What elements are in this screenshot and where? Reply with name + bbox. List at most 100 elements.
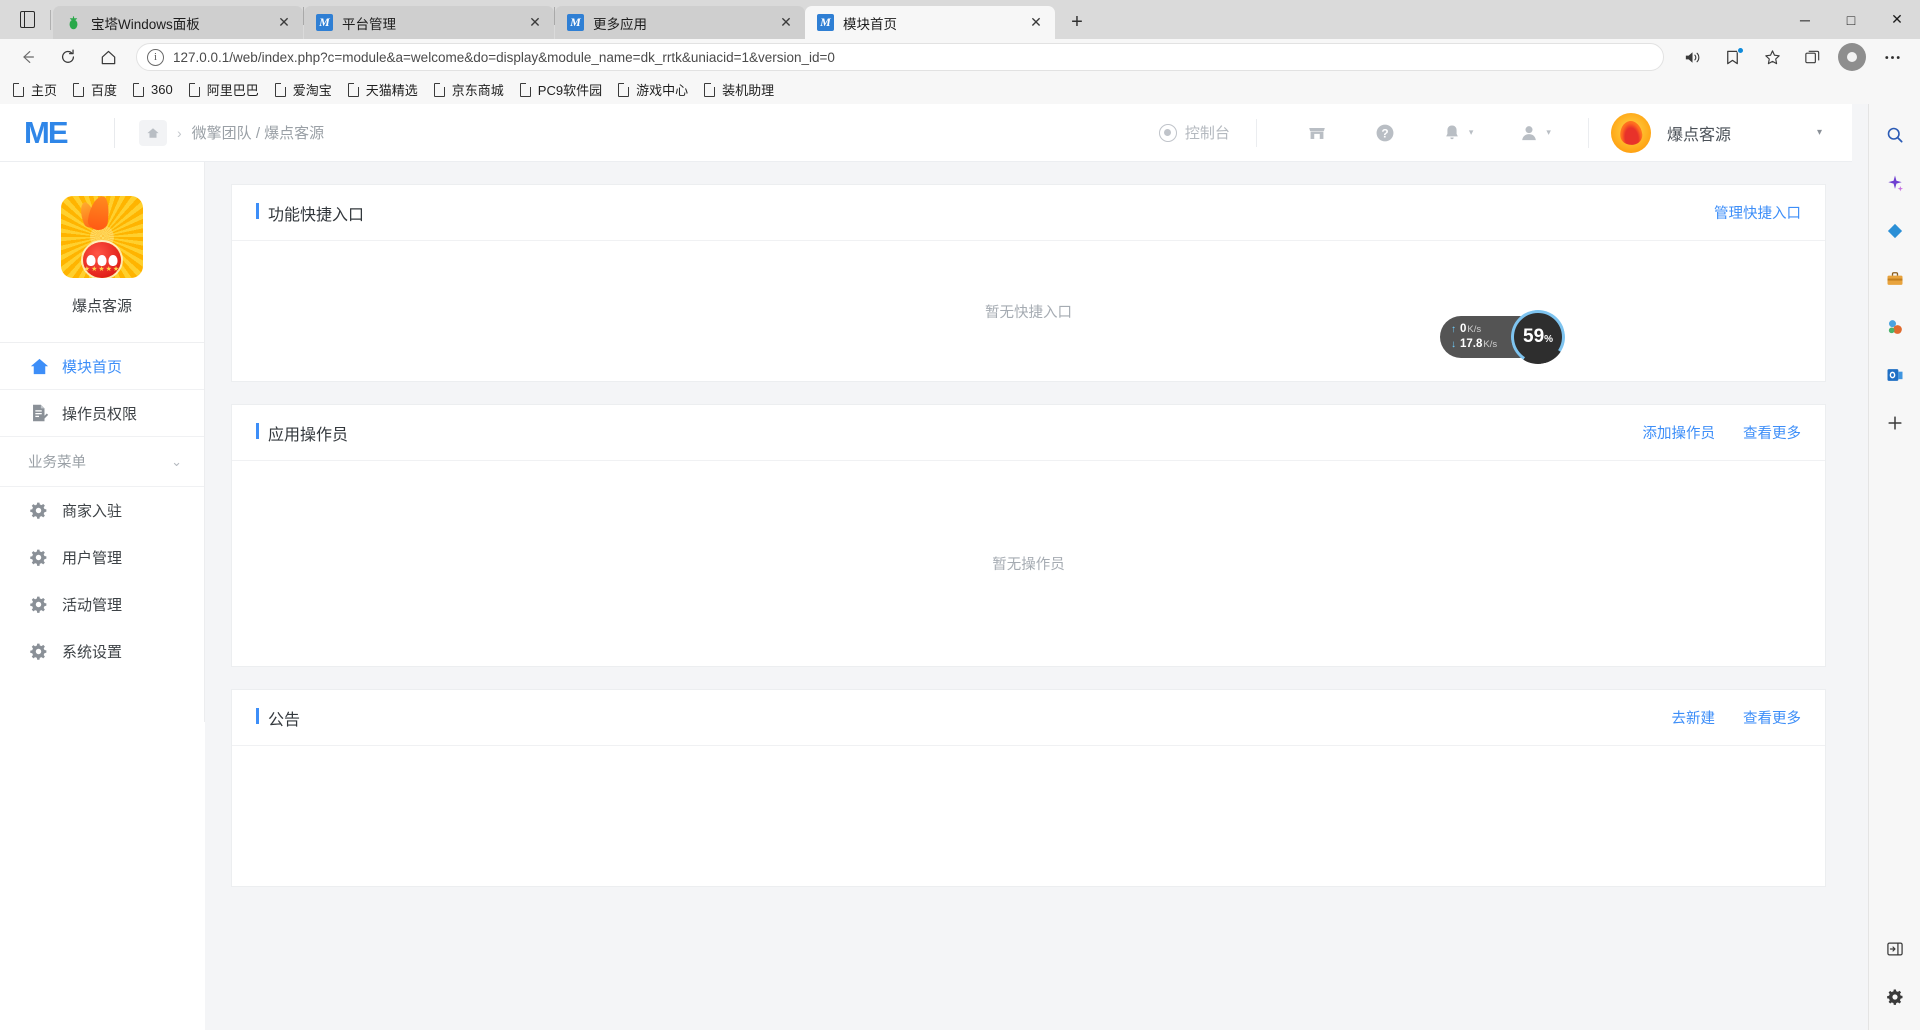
bookmark-item[interactable]: PC9软件园	[513, 78, 609, 102]
sidebar-item-label: 模块首页	[62, 356, 122, 377]
home-button[interactable]	[91, 42, 125, 72]
settings-more-icon[interactable]	[1875, 42, 1909, 72]
manage-quick-entries-link[interactable]: 管理快捷入口	[1714, 202, 1801, 223]
view-more-announcements-link[interactable]: 查看更多	[1743, 707, 1801, 728]
page-icon	[520, 83, 531, 97]
bookmark-item[interactable]: 游戏中心	[611, 78, 695, 102]
settings-icon[interactable]	[1878, 980, 1912, 1014]
tab-0[interactable]: 宝塔Windows面板 ✕	[53, 6, 303, 39]
tools-icon[interactable]	[1878, 262, 1912, 296]
create-announcement-link[interactable]: 去新建	[1672, 707, 1716, 728]
page-icon	[704, 83, 715, 97]
sidebar-app-name: 爆点客源	[0, 295, 204, 316]
chevron-down-icon[interactable]: ▾	[1817, 127, 1822, 138]
bookmark-label: 阿里巴巴	[207, 80, 259, 99]
sidebar-item-user-management[interactable]: 用户管理	[0, 534, 204, 581]
card-announcements: 公告 去新建 查看更多	[231, 689, 1826, 887]
bookmark-item[interactable]: 阿里巴巴	[182, 78, 266, 102]
gear-icon	[28, 547, 62, 568]
notifications-bell-icon[interactable]: ▾	[1442, 123, 1474, 143]
back-button[interactable]	[11, 42, 45, 72]
bookmark-item[interactable]: 爱淘宝	[268, 78, 339, 102]
chevron-down-icon[interactable]: ⌄	[171, 454, 182, 470]
read-aloud-icon[interactable]	[1675, 42, 1709, 72]
cpu-usage-value: 59	[1523, 326, 1544, 347]
page-icon	[275, 83, 286, 97]
page-icon	[189, 83, 200, 97]
sidebar-group-business-menu[interactable]: 业务菜单 ⌄	[0, 437, 204, 487]
download-speed-unit: K/s	[1483, 337, 1497, 352]
favorites-icon[interactable]	[1755, 42, 1789, 72]
add-operator-link[interactable]: 添加操作员	[1643, 422, 1716, 443]
tab-close-button[interactable]: ✕	[1025, 12, 1047, 34]
minimize-button[interactable]: ─	[1782, 0, 1828, 39]
profile-avatar[interactable]	[1838, 43, 1866, 71]
window-close-button[interactable]: ✕	[1874, 0, 1920, 39]
tab-actions-icon[interactable]	[4, 0, 50, 39]
view-more-operators-link[interactable]: 查看更多	[1743, 422, 1801, 443]
new-tab-button[interactable]: +	[1060, 7, 1094, 37]
outlook-icon[interactable]	[1878, 358, 1912, 392]
tab-close-button[interactable]: ✕	[273, 12, 295, 34]
sidebar-item-activity-management[interactable]: 活动管理	[0, 581, 204, 628]
sidebar-item-label: 用户管理	[62, 547, 122, 568]
site-info-icon[interactable]: i	[147, 49, 164, 66]
window-controls: ─ □ ✕	[1782, 0, 1920, 39]
tab-close-button[interactable]: ✕	[775, 12, 797, 34]
url-input[interactable]: i 127.0.0.1/web/index.php?c=module&a=wel…	[136, 43, 1664, 71]
help-icon[interactable]: ?	[1374, 122, 1396, 144]
tab-close-button[interactable]: ✕	[524, 12, 546, 34]
breadcrumb[interactable]: 微擎团队 / 爆点客源	[192, 122, 325, 143]
tab-divider	[50, 10, 51, 30]
header-divider	[1256, 119, 1257, 147]
tab-1[interactable]: M 平台管理 ✕	[304, 6, 554, 39]
bookmark-item[interactable]: 主页	[6, 78, 64, 102]
card-header: 公告 去新建 查看更多	[232, 690, 1825, 746]
sidebar-menu: 模块首页 操作	[0, 342, 204, 675]
avatar	[1611, 113, 1651, 153]
tab-2[interactable]: M 更多应用 ✕	[555, 6, 805, 39]
add-sidebar-icon[interactable]	[1878, 406, 1912, 440]
sidebar-item-module-home[interactable]: 模块首页	[0, 343, 204, 390]
user-profile[interactable]: 爆点客源 ▾	[1611, 113, 1822, 153]
store-icon[interactable]	[1306, 122, 1328, 144]
maximize-button[interactable]: □	[1828, 0, 1874, 39]
bookmark-item[interactable]: 京东商城	[427, 78, 511, 102]
bookmark-item[interactable]: 百度	[66, 78, 124, 102]
performance-widget[interactable]: ↑ 0 K/s ↓ 17.8 K/s 59%	[1440, 310, 1565, 364]
page-icon	[348, 83, 359, 97]
sidebar: ★★★★★ 爆点客源 模块首页	[0, 162, 205, 722]
user-menu-icon[interactable]: ▾	[1519, 123, 1551, 143]
sidebar-brand: ★★★★★ 爆点客源	[0, 162, 204, 342]
bookmark-item[interactable]: 天猫精选	[341, 78, 425, 102]
bookmark-item[interactable]: 装机助理	[697, 78, 781, 102]
sidebar-item-label: 活动管理	[62, 594, 122, 615]
bookmarks-bar: 主页 百度 360 阿里巴巴 爱淘宝 天猫精选 京东商城 PC9软件园 游戏中心…	[0, 75, 1920, 105]
breadcrumb-home-icon[interactable]	[139, 120, 167, 146]
upload-speed-unit: K/s	[1467, 322, 1481, 337]
panel-toggle-icon[interactable]	[1878, 932, 1912, 966]
bookmark-label: 京东商城	[452, 80, 504, 99]
reload-button[interactable]	[51, 42, 85, 72]
collections-add-icon[interactable]	[1715, 42, 1749, 72]
m-icon: M	[316, 14, 333, 31]
chevron-down-icon: ▾	[1469, 127, 1474, 138]
console-link[interactable]: 控制台	[1159, 122, 1230, 143]
bookmark-item[interactable]: 360	[126, 78, 180, 102]
sidebar-item-merchant-entry[interactable]: 商家入驻	[0, 487, 204, 534]
app-logo[interactable]: ME	[24, 117, 86, 148]
collections-icon[interactable]	[1795, 42, 1829, 72]
games-icon[interactable]	[1878, 310, 1912, 344]
tab-title: 模块首页	[843, 13, 1025, 33]
sidebar-item-operator-permission[interactable]: 操作员权限	[0, 390, 204, 437]
shopping-icon[interactable]	[1878, 214, 1912, 248]
copilot-icon[interactable]	[1878, 166, 1912, 200]
upload-arrow-icon: ↑	[1451, 322, 1456, 337]
search-icon[interactable]	[1878, 118, 1912, 152]
logo-divider	[114, 118, 115, 148]
card-empty-text: 暂无快捷入口	[232, 241, 1825, 381]
cpu-usage-gauge[interactable]: 59%	[1506, 305, 1570, 369]
tab-3-active[interactable]: M 模块首页 ✕	[805, 6, 1055, 39]
sidebar-item-system-settings[interactable]: 系统设置	[0, 628, 204, 675]
card-empty-text	[232, 746, 1825, 886]
